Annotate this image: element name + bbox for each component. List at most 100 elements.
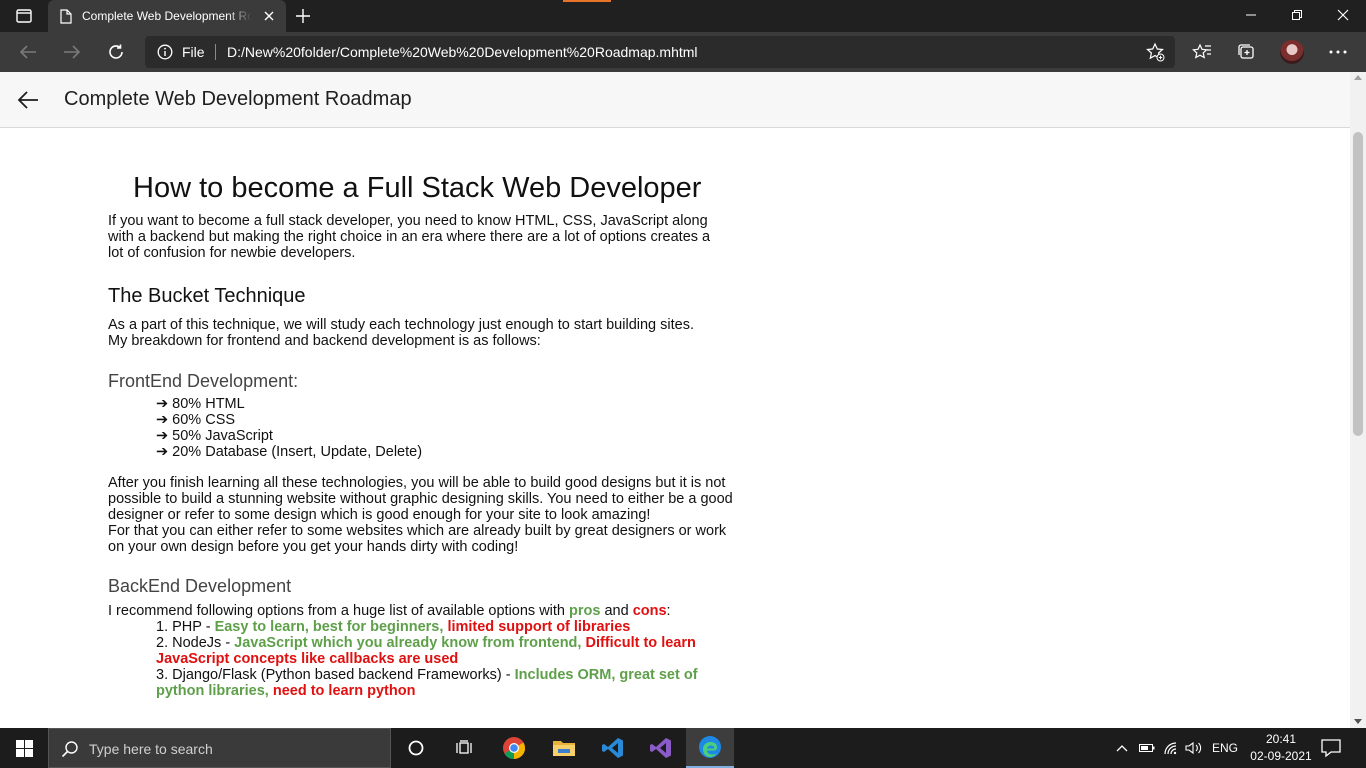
wifi-icon xyxy=(1164,742,1177,755)
clock-time: 20:41 xyxy=(1265,732,1297,746)
backend-item-con: need to learn python xyxy=(272,683,416,699)
start-button[interactable] xyxy=(0,728,48,768)
backend-item-label: 2. NodeJs - xyxy=(156,635,235,651)
battery-indicator[interactable] xyxy=(1138,740,1156,756)
bucket-line: As a part of this technique, we will stu… xyxy=(108,317,694,333)
tab-title: Complete Web Development Roadmap xyxy=(82,9,252,23)
url-text[interactable]: D:/New%20folder/Complete%20Web%20Develop… xyxy=(227,44,698,60)
edge-icon xyxy=(699,736,721,758)
recommend-colon: : xyxy=(666,603,671,619)
scroll-up-icon[interactable] xyxy=(1354,75,1362,80)
tab-actions-icon xyxy=(16,9,32,23)
forward-arrow-icon xyxy=(64,45,81,59)
chrome-icon xyxy=(503,737,525,759)
restore-button[interactable] xyxy=(1274,0,1320,30)
reader-header: Complete Web Development Roadmap xyxy=(0,72,1350,128)
browser-tab-strip: Complete Web Development Roadmap xyxy=(0,0,1366,32)
backend-heading: BackEnd Development xyxy=(108,576,292,596)
notifications-icon[interactable] xyxy=(1320,738,1342,758)
page-scrollbar[interactable] xyxy=(1350,72,1366,728)
scrollbar-thumb[interactable] xyxy=(1353,132,1363,436)
reader-title: Complete Web Development Roadmap xyxy=(64,88,412,110)
edge-taskbar-button[interactable] xyxy=(686,728,734,768)
favorites-icon xyxy=(1192,43,1211,59)
bucket-paragraph: As a part of this technique, we will stu… xyxy=(108,317,728,349)
minimize-button[interactable] xyxy=(1228,0,1274,30)
backend-item-pro: Easy to learn, best for beginners, xyxy=(214,619,448,635)
folder-icon xyxy=(553,741,575,756)
backend-item-pro: JavaScript which you already know from f… xyxy=(234,635,586,651)
volume-indicator[interactable] xyxy=(1184,740,1204,756)
visual-studio-icon xyxy=(650,738,671,758)
settings-menu-button[interactable] xyxy=(1324,38,1352,66)
backend-item-label: 1. PHP - xyxy=(156,619,215,635)
profile-avatar[interactable] xyxy=(1280,40,1304,64)
cortana-icon xyxy=(408,740,424,756)
address-bar[interactable]: File D:/New%20folder/Complete%20Web%20De… xyxy=(145,36,1175,68)
close-icon xyxy=(1337,9,1349,21)
network-indicator[interactable] xyxy=(1162,740,1180,756)
minimize-icon xyxy=(1246,14,1256,16)
recommend-line: I recommend following options from a hug… xyxy=(108,603,738,619)
backend-item-con: limited support of libraries xyxy=(447,619,631,635)
clock-date: 02-09-2021 xyxy=(1250,749,1312,763)
refresh-button[interactable] xyxy=(102,38,130,66)
design-paragraph-text: After you finish learning all these tech… xyxy=(108,475,733,523)
reader-back-icon[interactable] xyxy=(16,89,40,111)
language-indicator[interactable]: ENG xyxy=(1212,741,1238,755)
frontend-list-item: ➔ 60% CSS xyxy=(156,412,236,428)
task-view-button[interactable] xyxy=(440,728,488,768)
favorites-button[interactable] xyxy=(1188,38,1216,66)
address-separator xyxy=(215,44,216,60)
window-accent-strip xyxy=(563,0,611,2)
close-tab-icon[interactable] xyxy=(262,9,276,23)
file-explorer-button[interactable] xyxy=(540,728,588,768)
new-tab-icon[interactable] xyxy=(294,7,312,25)
frontend-list-item: ➔ 50% JavaScript xyxy=(156,428,273,444)
chevron-up-icon xyxy=(1116,745,1128,752)
collections-icon xyxy=(1238,44,1254,59)
forward-button[interactable] xyxy=(58,38,86,66)
system-clock[interactable]: 20:41 02-09-2021 xyxy=(1246,731,1316,765)
windows-logo-icon xyxy=(15,739,33,757)
recommend-text: I recommend following options from a hug… xyxy=(108,603,570,619)
collections-button[interactable] xyxy=(1232,38,1260,66)
close-window-button[interactable] xyxy=(1320,0,1366,30)
browser-tab[interactable]: Complete Web Development Roadmap xyxy=(48,0,286,32)
article-heading: How to become a Full Stack Web Developer xyxy=(133,172,702,204)
backend-list-item: 2. NodeJs - JavaScript which you already… xyxy=(156,635,726,667)
show-hidden-icons-button[interactable] xyxy=(1114,740,1130,756)
backend-list-item: 1. PHP - Easy to learn, best for beginne… xyxy=(156,619,726,635)
pros-label: pros xyxy=(569,603,601,619)
scroll-down-icon[interactable] xyxy=(1354,719,1362,724)
cons-label: cons xyxy=(632,603,667,619)
scheme-label: File xyxy=(182,44,205,60)
info-icon[interactable] xyxy=(157,44,173,60)
taskbar-search-box[interactable]: Type here to search xyxy=(48,728,391,768)
intro-paragraph: If you want to become a full stack devel… xyxy=(108,213,711,261)
chrome-taskbar-button[interactable] xyxy=(490,728,538,768)
vscode-button[interactable] xyxy=(589,728,637,768)
back-button[interactable] xyxy=(14,38,42,66)
battery-icon xyxy=(1139,744,1155,752)
frontend-heading: FrontEnd Development: xyxy=(108,371,299,391)
frontend-list-item: ➔ 20% Database (Insert, Update, Delete) xyxy=(156,444,423,460)
backend-list-item: 3. Django/Flask (Python based backend Fr… xyxy=(156,667,726,699)
recommend-and: and xyxy=(600,603,633,619)
add-favorite-icon[interactable] xyxy=(1145,42,1165,62)
frontend-list: ➔ 80% HTML ➔ 60% CSS ➔ 50% JavaScript ➔ … xyxy=(156,396,422,460)
windows-taskbar: Type here to search ENG 20:41 02-09-2021 xyxy=(0,728,1366,768)
back-arrow-icon xyxy=(19,45,36,59)
tab-actions-button[interactable] xyxy=(8,6,40,26)
search-placeholder: Type here to search xyxy=(89,741,213,757)
speaker-icon xyxy=(1185,741,1202,755)
vscode-icon xyxy=(602,738,623,758)
design-paragraph: After you finish learning all these tech… xyxy=(108,475,738,555)
task-view-icon xyxy=(456,740,472,754)
backend-item-label: 3. Django/Flask (Python based backend Fr… xyxy=(156,667,515,683)
visual-studio-button[interactable] xyxy=(637,728,685,768)
bucket-heading: The Bucket Technique xyxy=(108,285,306,307)
browser-toolbar: File D:/New%20folder/Complete%20Web%20De… xyxy=(0,32,1366,72)
page-icon xyxy=(60,8,72,24)
cortana-button[interactable] xyxy=(392,728,440,768)
